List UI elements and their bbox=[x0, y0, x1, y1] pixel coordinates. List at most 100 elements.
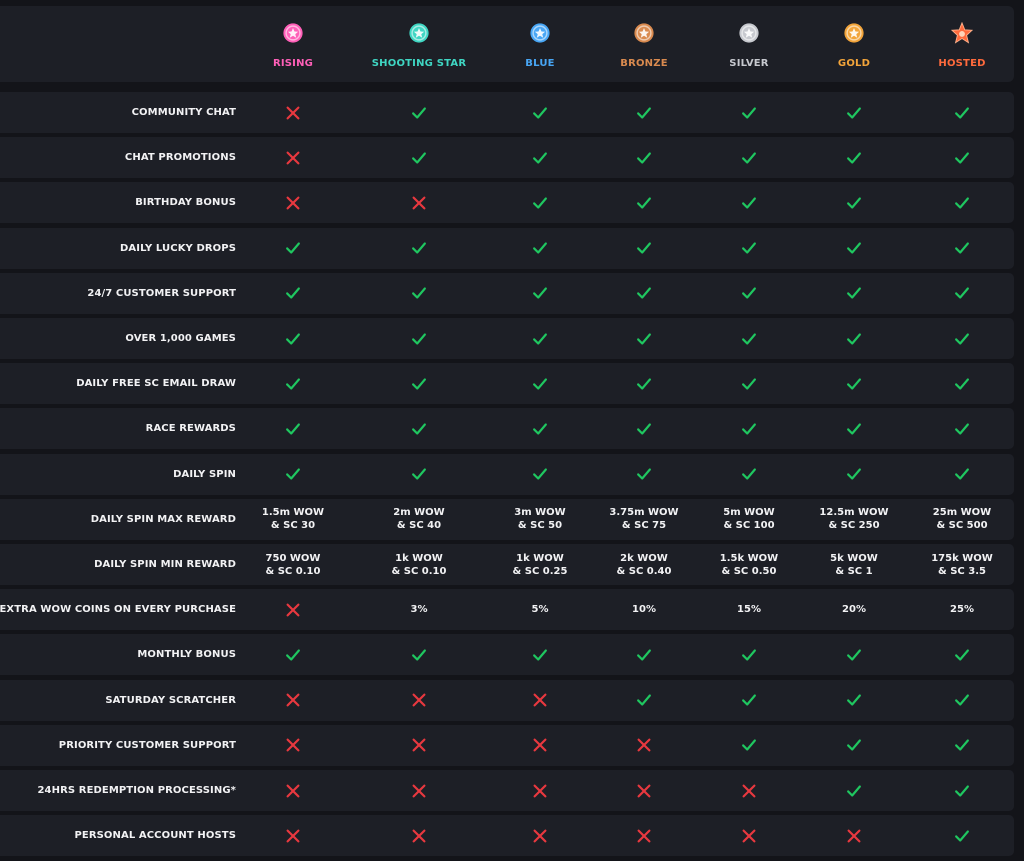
benefit-value-text: 25% bbox=[950, 604, 974, 616]
check-icon bbox=[485, 228, 595, 269]
row-extra-wow-coins-on-every-purchase: EXTRA WOW COINS ON EVERY PURCHASE 3% 5% 10%… bbox=[0, 589, 1014, 631]
bronze-badge-icon bbox=[633, 6, 655, 48]
check-icon bbox=[799, 273, 909, 314]
cross-icon bbox=[364, 770, 474, 811]
cross-icon bbox=[238, 92, 348, 133]
check-icon bbox=[694, 408, 804, 449]
cross-icon bbox=[485, 725, 595, 766]
benefit-value: 1.5k WOW & SC 0.50 bbox=[694, 544, 804, 585]
check-icon bbox=[907, 408, 1017, 449]
check-icon bbox=[589, 137, 699, 178]
row-24-7-customer-support: 24/7 CUSTOMER SUPPORT bbox=[0, 272, 1014, 314]
check-icon bbox=[364, 318, 474, 359]
cross-icon bbox=[694, 815, 804, 856]
cross-icon bbox=[238, 182, 348, 223]
benefit-value: 2m WOW & SC 40 bbox=[364, 499, 474, 540]
check-icon bbox=[364, 634, 474, 675]
benefit-value: 5k WOW & SC 1 bbox=[799, 544, 909, 585]
cross-icon bbox=[364, 182, 474, 223]
check-icon bbox=[799, 137, 909, 178]
cross-icon bbox=[364, 815, 474, 856]
cross-icon bbox=[799, 815, 909, 856]
tier-hosted: HOSTED bbox=[907, 6, 1017, 82]
check-icon bbox=[364, 408, 474, 449]
row-birthday-bonus: BIRTHDAY BONUS bbox=[0, 182, 1017, 224]
check-icon bbox=[589, 182, 699, 223]
check-icon bbox=[907, 182, 1017, 223]
tier-name: BRONZE bbox=[620, 58, 668, 69]
cross-icon bbox=[238, 725, 348, 766]
hosted-badge-icon bbox=[950, 6, 974, 48]
check-icon bbox=[907, 318, 1017, 359]
check-icon bbox=[694, 680, 804, 721]
check-icon bbox=[485, 137, 595, 178]
check-icon bbox=[907, 634, 1017, 675]
check-icon bbox=[799, 725, 909, 766]
benefit-value-text: 1.5m WOW & SC 30 bbox=[261, 507, 325, 532]
benefit-label: CHAT PROMOTIONS bbox=[124, 152, 236, 164]
check-icon bbox=[907, 770, 1017, 811]
check-icon bbox=[907, 680, 1017, 721]
rising-badge-icon bbox=[282, 6, 304, 48]
check-icon bbox=[485, 363, 595, 404]
benefit-label: 24HRS REDEMPTION PROCESSING* bbox=[37, 785, 236, 796]
benefit-value: 3.75m WOW & SC 75 bbox=[589, 499, 699, 540]
benefit-value-text: 2k WOW & SC 0.40 bbox=[616, 552, 672, 577]
check-icon bbox=[589, 363, 699, 404]
check-icon bbox=[364, 273, 474, 314]
check-icon bbox=[589, 680, 699, 721]
check-icon bbox=[907, 92, 1017, 133]
check-icon bbox=[694, 137, 804, 178]
check-icon bbox=[589, 318, 699, 359]
benefit-value-text: 3m WOW & SC 50 bbox=[514, 507, 566, 532]
benefit-value-text: 1k WOW & SC 0.10 bbox=[391, 552, 447, 577]
cross-icon bbox=[238, 770, 348, 811]
check-icon bbox=[238, 408, 348, 449]
row-over-1-000-games: OVER 1,000 GAMES bbox=[0, 318, 1014, 359]
benefit-value-text: 20% bbox=[842, 604, 866, 616]
row-24hrs-redemption-processing: 24HRS REDEMPTION PROCESSING* bbox=[0, 770, 1014, 811]
cross-icon bbox=[485, 770, 595, 811]
check-icon bbox=[907, 363, 1017, 404]
check-icon bbox=[799, 318, 909, 359]
check-icon bbox=[364, 454, 474, 495]
benefit-value: 3% bbox=[364, 589, 474, 630]
cross-icon bbox=[238, 137, 348, 178]
tier-name: GOLD bbox=[837, 58, 871, 69]
benefit-label: BIRTHDAY BONUS bbox=[135, 197, 236, 209]
check-icon bbox=[589, 273, 699, 314]
check-icon bbox=[799, 680, 909, 721]
benefit-value: 1k WOW & SC 0.10 bbox=[364, 544, 474, 585]
benefit-label: COMMUNITY CHAT bbox=[131, 107, 236, 118]
benefit-value: 10% bbox=[589, 589, 699, 630]
check-icon bbox=[799, 770, 909, 811]
check-icon bbox=[694, 454, 804, 495]
cross-icon bbox=[485, 815, 595, 856]
row-personal-account-hosts: PERSONAL ACCOUNT HOSTS bbox=[0, 815, 1014, 857]
benefit-label: DAILY SPIN bbox=[173, 468, 236, 480]
benefit-value-text: 2m WOW & SC 40 bbox=[393, 507, 445, 532]
check-icon bbox=[799, 92, 909, 133]
row-daily-spin: DAILY SPIN bbox=[0, 453, 1014, 495]
check-icon bbox=[907, 725, 1017, 766]
benefit-value: 1k WOW & SC 0.25 bbox=[485, 544, 595, 585]
check-icon bbox=[799, 634, 909, 675]
benefit-value: 1.5m WOW & SC 30 bbox=[238, 499, 348, 540]
check-icon bbox=[799, 363, 909, 404]
check-icon bbox=[364, 92, 474, 133]
tier-gold: GOLD bbox=[799, 6, 909, 82]
cross-icon bbox=[485, 680, 595, 721]
row-saturday-scratcher: SATURDAY SCRATCHER bbox=[0, 679, 1017, 721]
cross-icon bbox=[364, 725, 474, 766]
tier-name: SILVER bbox=[729, 58, 769, 69]
cross-icon bbox=[694, 770, 804, 811]
benefit-label: OVER 1,000 GAMES bbox=[125, 333, 236, 344]
benefit-label: EXTRA WOW COINS ON EVERY PURCHASE bbox=[0, 604, 236, 616]
benefit-label: RACE REWARDS bbox=[145, 423, 236, 435]
check-icon bbox=[364, 137, 474, 178]
tier-name: HOSTED bbox=[938, 58, 986, 69]
benefit-value-text: 750 WOW & SC 0.10 bbox=[265, 552, 321, 577]
gold-badge-icon bbox=[843, 6, 865, 48]
check-icon bbox=[485, 634, 595, 675]
benefit-value: 175k WOW & SC 3.5 bbox=[907, 544, 1017, 585]
